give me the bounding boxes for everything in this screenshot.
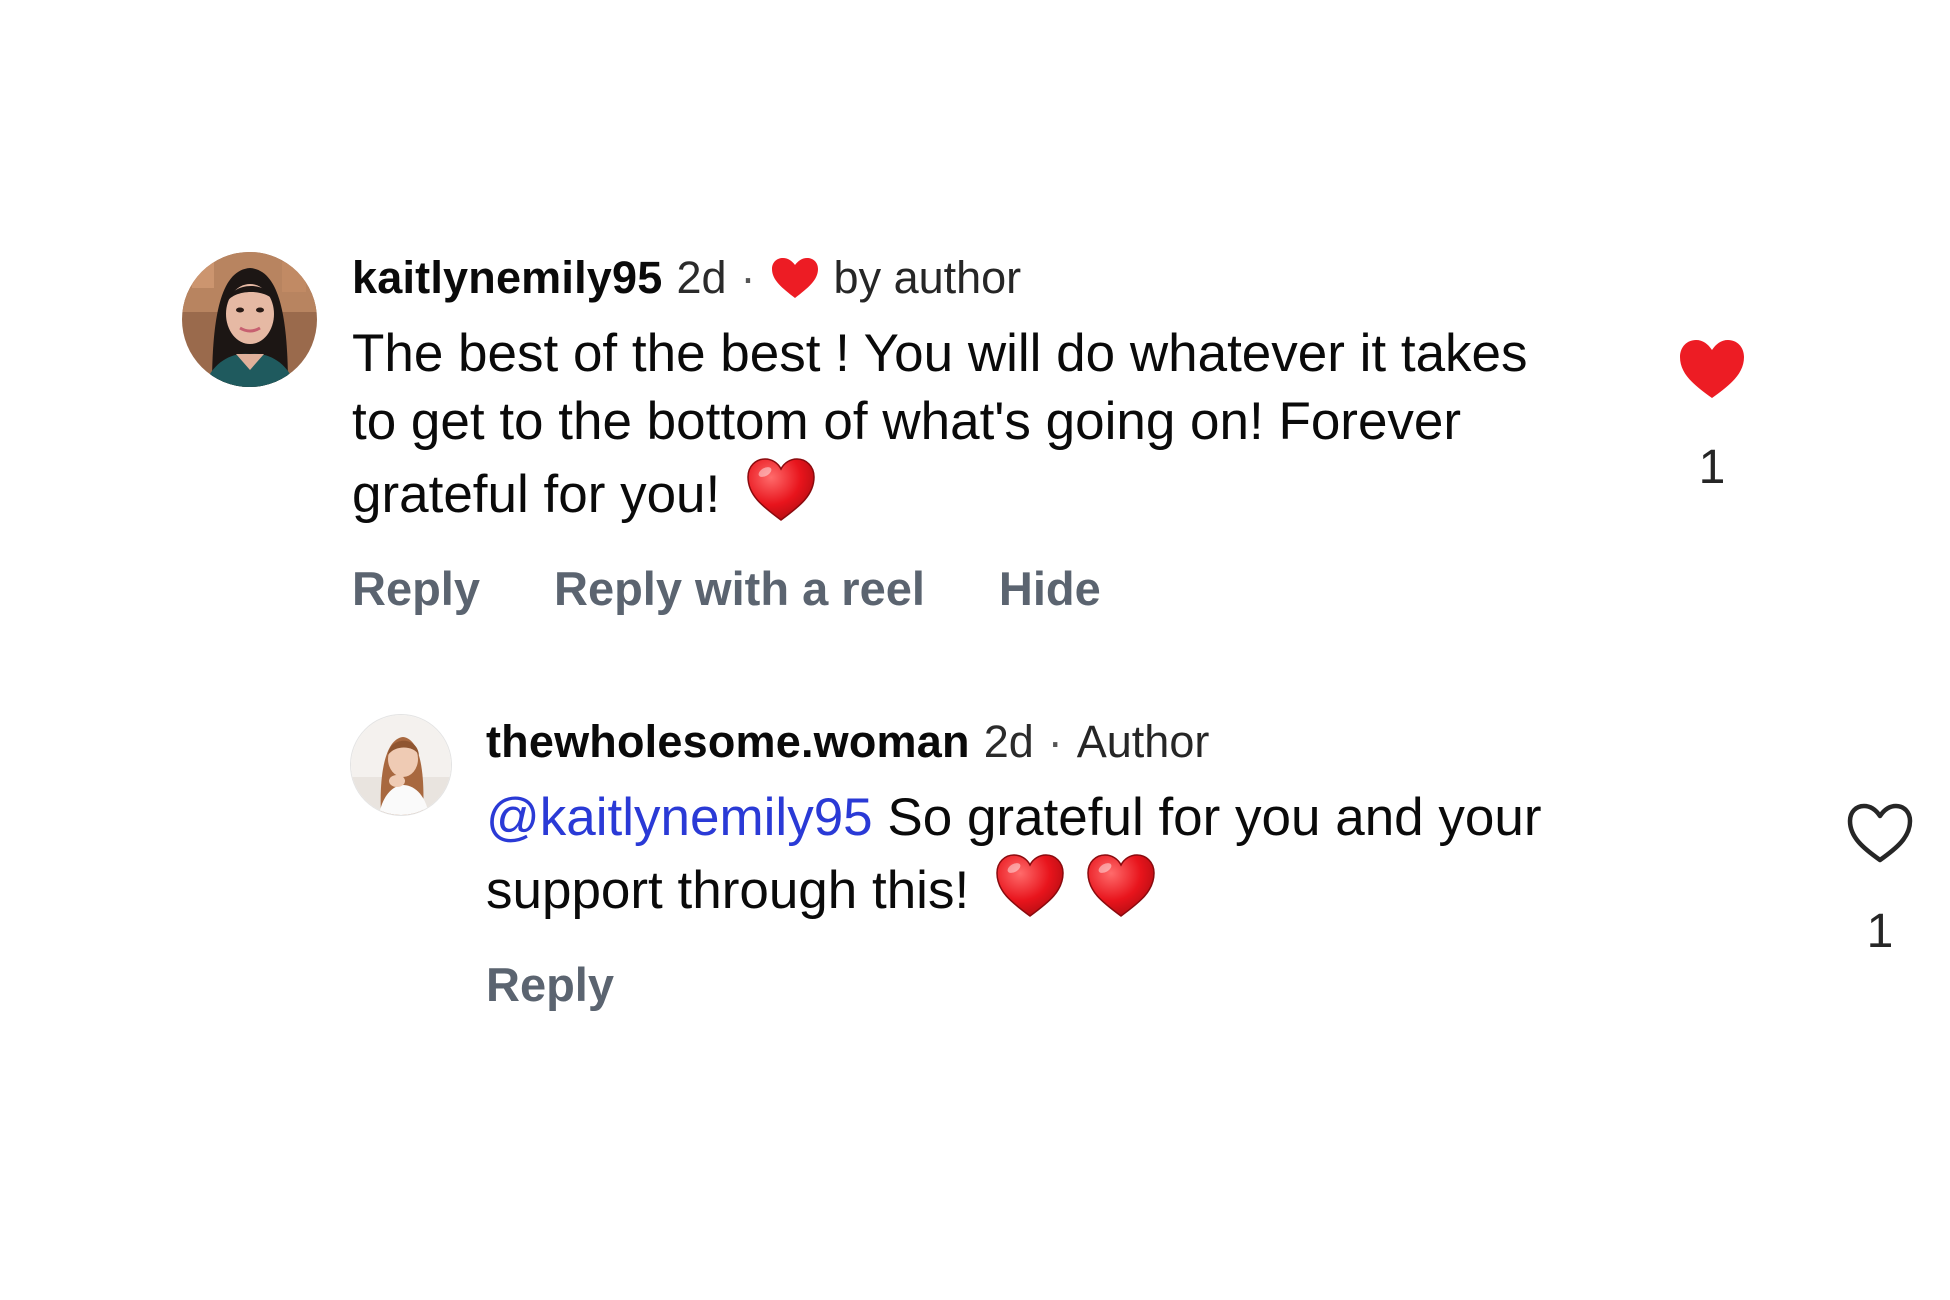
reply-button[interactable]: Reply	[352, 559, 480, 619]
comment-text-content: The best of the best ! You will do whate…	[352, 324, 1528, 524]
outline-heart-icon[interactable]	[1844, 800, 1916, 866]
filled-heart-icon[interactable]	[1676, 336, 1748, 402]
comment-actions: Reply Reply with a reel Hide	[352, 559, 1582, 619]
like-column: 1	[1667, 336, 1757, 498]
red-heart-emoji-icon	[747, 458, 815, 521]
avatar[interactable]	[350, 714, 452, 816]
reply-button[interactable]: Reply	[486, 955, 614, 1015]
author-tag: Author	[1076, 716, 1210, 767]
like-column: 1	[1835, 800, 1925, 962]
reply-text: @kaitlynemily95 So grateful for you and …	[486, 784, 1596, 925]
timestamp: 2d	[676, 252, 727, 303]
reply-actions: Reply	[486, 955, 1596, 1015]
liked-by-author-badge: by author	[770, 248, 1022, 308]
hide-button[interactable]: Hide	[999, 559, 1101, 619]
reply-with-reel-button[interactable]: Reply with a reel	[554, 559, 925, 619]
comment-meta: kaitlynemily95 2d · by author	[352, 248, 1582, 308]
reply-body: thewholesome.woman 2d · Author @kaitlyne…	[486, 712, 1596, 1015]
mention-link[interactable]: @kaitlynemily95	[486, 788, 873, 847]
filled-heart-icon	[771, 258, 818, 298]
comments-panel: kaitlynemily95 2d · by author The best o…	[0, 0, 1950, 1300]
red-heart-emoji-icon	[1086, 854, 1155, 917]
like-count: 1	[1698, 441, 1726, 494]
username[interactable]: thewholesome.woman	[486, 712, 970, 772]
separator-dot: ·	[1047, 716, 1063, 767]
avatar[interactable]	[182, 252, 317, 387]
username[interactable]: kaitlynemily95	[352, 248, 662, 308]
like-count: 1	[1866, 905, 1894, 958]
red-heart-emoji-icon	[996, 854, 1064, 917]
comment-body: kaitlynemily95 2d · by author The best o…	[352, 248, 1582, 619]
liked-by-author-label: by author	[833, 252, 1022, 303]
timestamp: 2d	[983, 716, 1034, 767]
comment-text: The best of the best ! You will do whate…	[352, 320, 1582, 529]
separator-dot: ·	[740, 252, 756, 303]
reply-meta: thewholesome.woman 2d · Author	[486, 712, 1596, 772]
